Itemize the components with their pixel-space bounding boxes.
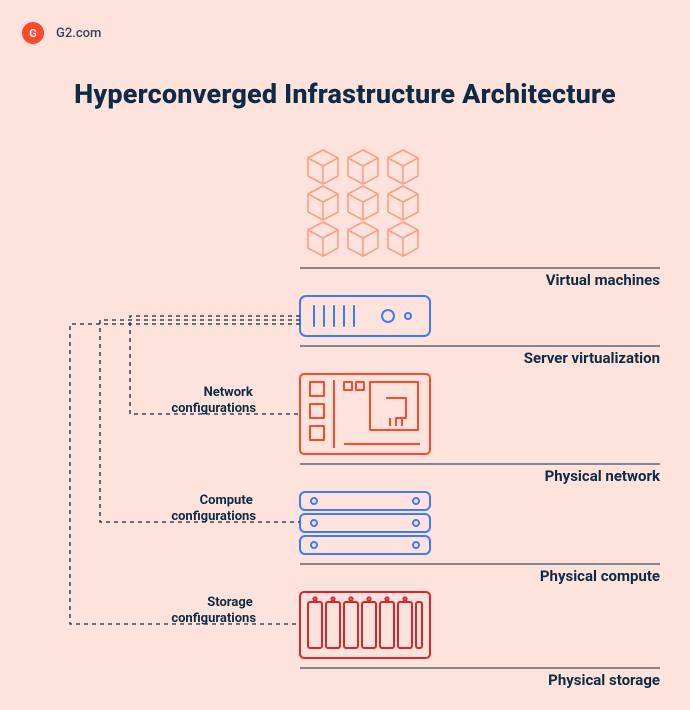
connector-storage <box>70 324 300 624</box>
label-physical-network: Physical network <box>545 467 661 485</box>
config-storage-label: Storage configurations <box>171 595 256 626</box>
virtual-machines-icon <box>308 150 418 256</box>
physical-network-icon <box>300 374 430 454</box>
label-virtual-machines: Virtual machines <box>546 271 661 289</box>
label-physical-compute: Physical compute <box>540 567 660 585</box>
config-network-label: Network configurations <box>171 385 256 416</box>
server-virtualization-icon <box>300 296 430 336</box>
physical-compute-icon <box>300 492 430 554</box>
config-compute-label: Compute configurations <box>171 493 256 524</box>
diagram-canvas: Virtual machines Server virtualization P… <box>0 0 690 710</box>
label-server-virtualization: Server virtualization <box>524 349 660 367</box>
label-physical-storage: Physical storage <box>548 671 660 689</box>
connector-compute <box>100 320 300 522</box>
physical-storage-icon <box>300 592 430 658</box>
